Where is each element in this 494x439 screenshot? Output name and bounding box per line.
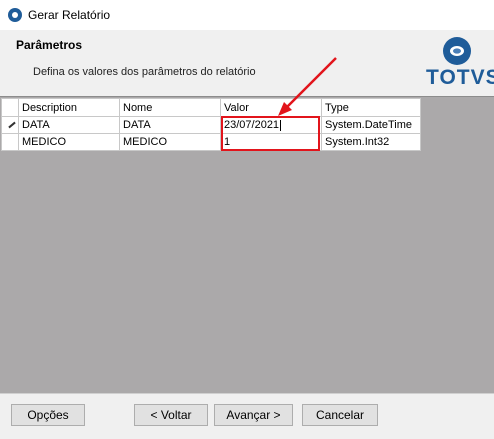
page-subtitle: Defina os valores dos parâmetros do rela… bbox=[33, 66, 256, 78]
table-row[interactable]: DATA DATA 23/07/2021 System.DateTime bbox=[1, 116, 421, 134]
totvs-logo-icon bbox=[443, 37, 471, 65]
pencil-icon bbox=[8, 121, 16, 129]
row-header[interactable] bbox=[1, 133, 19, 151]
title-bar: Gerar Relatório bbox=[0, 0, 494, 30]
cell-nome[interactable]: MEDICO bbox=[119, 133, 221, 151]
totvs-logo-text: TOTVS bbox=[426, 66, 494, 89]
next-button[interactable]: Avançar > bbox=[214, 404, 293, 426]
row-header-corner bbox=[1, 98, 19, 117]
table-row[interactable]: MEDICO MEDICO 1 System.Int32 bbox=[1, 133, 421, 151]
options-button[interactable]: Opções bbox=[11, 404, 85, 426]
cell-description[interactable]: DATA bbox=[18, 116, 120, 134]
cancel-button[interactable]: Cancelar bbox=[302, 404, 378, 426]
parameters-grid: Description Nome Valor Type DATA DATA 23… bbox=[1, 98, 421, 151]
column-header-description[interactable]: Description bbox=[18, 98, 120, 117]
window-title: Gerar Relatório bbox=[28, 8, 111, 22]
page-title: Parâmetros bbox=[16, 38, 83, 52]
cell-nome[interactable]: DATA bbox=[119, 116, 221, 134]
row-header[interactable] bbox=[1, 116, 19, 134]
back-button[interactable]: < Voltar bbox=[134, 404, 208, 426]
cell-description[interactable]: MEDICO bbox=[18, 133, 120, 151]
column-header-nome[interactable]: Nome bbox=[119, 98, 221, 117]
app-icon bbox=[8, 8, 22, 22]
grid-header-row: Description Nome Valor Type bbox=[1, 98, 421, 117]
cell-type[interactable]: System.Int32 bbox=[321, 133, 421, 151]
red-arrow-icon bbox=[278, 57, 337, 116]
